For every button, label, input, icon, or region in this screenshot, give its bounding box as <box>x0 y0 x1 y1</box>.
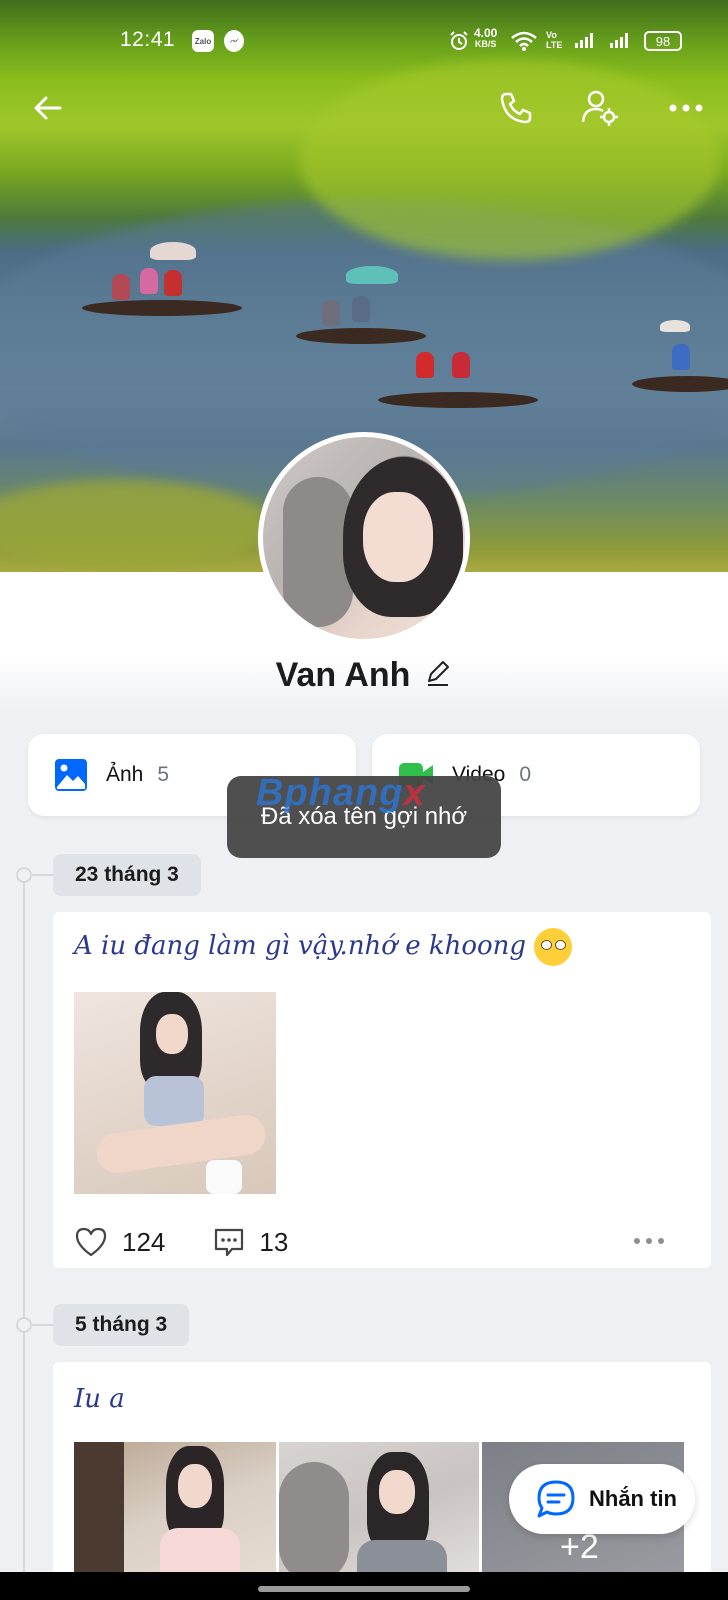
like-count: 124 <box>122 1226 166 1257</box>
post-date-chip: 23 tháng 3 <box>53 854 201 896</box>
post-text: A iu đang làm gì vậy.nhớ e khoong <box>74 928 573 966</box>
status-time: 12:41 <box>120 28 176 51</box>
timeline-line <box>23 876 25 1576</box>
phone-icon <box>500 92 532 124</box>
signal-2-icon <box>610 32 628 48</box>
videos-count: 0 <box>519 763 532 786</box>
zalo-notification-icon: Zalo <box>192 30 214 52</box>
pencil-icon <box>428 661 450 686</box>
comment-button[interactable]: 13 <box>213 1226 288 1258</box>
photos-count: 5 <box>157 763 170 786</box>
volte-indicator: Vo LTE <box>546 30 563 50</box>
post-photo[interactable] <box>279 1442 479 1582</box>
back-button[interactable] <box>26 86 70 130</box>
avatar[interactable] <box>258 432 470 644</box>
network-speed: 4.00 KB/S <box>474 26 498 49</box>
profile-settings-button[interactable] <box>578 86 622 130</box>
arrow-left-icon <box>34 96 62 120</box>
more-dots-icon <box>669 104 703 112</box>
comment-icon <box>215 1228 244 1257</box>
wifi-icon <box>510 30 538 52</box>
system-nav-bar <box>0 1572 728 1600</box>
post-text: Iu a <box>74 1384 125 1414</box>
profile-name-row: Van Anh <box>0 656 728 695</box>
avatar-face-shape <box>363 492 433 582</box>
heart-icon <box>75 1227 107 1257</box>
message-button[interactable]: Nhắn tin <box>509 1464 695 1534</box>
timeline-connector <box>32 1324 54 1326</box>
alarm-icon <box>448 30 470 52</box>
profile-name: Van Anh <box>275 656 411 694</box>
post-photo[interactable] <box>74 1442 276 1582</box>
timeline-dot <box>16 1317 32 1333</box>
more-dots-icon <box>634 1238 664 1244</box>
post-date-chip: 5 tháng 3 <box>53 1304 190 1346</box>
signal-1-icon <box>575 32 593 48</box>
post-more-button[interactable] <box>633 1232 665 1250</box>
like-button[interactable]: 124 <box>74 1226 165 1258</box>
photos-icon <box>55 759 87 791</box>
post-photo[interactable] <box>74 992 276 1194</box>
edit-name-button[interactable] <box>424 659 452 692</box>
rolling-eyes-emoji-icon <box>534 928 573 966</box>
status-bar: 12:41 Zalo 4.00 KB/S Vo LTE 98 <box>0 0 728 80</box>
timeline-connector <box>32 874 54 876</box>
battery-indicator: 98 <box>644 31 682 51</box>
post-card[interactable]: A iu đang làm gì vậy.nhớ e khoong 124 13 <box>53 912 711 1268</box>
timeline-dot <box>16 867 32 883</box>
messenger-notification-icon <box>224 30 244 52</box>
call-button[interactable] <box>494 86 538 130</box>
comment-count: 13 <box>259 1226 289 1257</box>
toast-message: Đã xóa tên gợi nhớ <box>227 776 501 858</box>
chat-bubble-icon <box>537 1480 575 1518</box>
post-stats: 124 13 <box>74 1226 336 1258</box>
photos-label: Ảnh <box>106 763 144 786</box>
message-button-label: Nhắn tin <box>589 1486 677 1511</box>
more-options-button[interactable] <box>664 86 708 130</box>
home-gesture-pill[interactable] <box>258 1586 470 1592</box>
user-settings-icon <box>581 90 618 126</box>
